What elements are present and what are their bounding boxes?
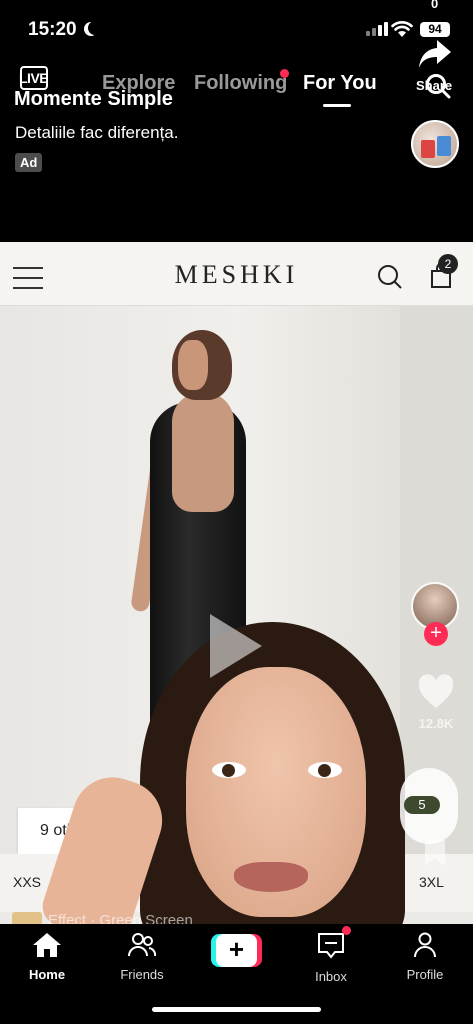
active-tab-indicator — [323, 104, 351, 107]
tab-friends-label: Friends — [120, 967, 164, 982]
creator-eye-left — [212, 762, 246, 778]
website-header: MESHKI 2 — [0, 242, 473, 306]
battery-indicator: 94 — [420, 22, 450, 37]
tab-profile-label: Profile — [406, 967, 444, 982]
cellular-signal-icon — [366, 22, 388, 36]
live-label[interactable]: LIVE — [19, 70, 49, 86]
share-count: 0 — [431, 0, 439, 11]
status-bar: 15:20 94 0 — [0, 0, 473, 56]
size-max-label: 3XL — [419, 874, 444, 890]
tab-inbox-label: Inbox — [315, 969, 347, 984]
bookmark-icon[interactable] — [422, 838, 448, 868]
inbox-icon — [318, 933, 344, 959]
like-count: 12.8K — [418, 716, 454, 731]
tab-home[interactable]: Home — [12, 932, 82, 982]
inbox-notification-dot — [342, 926, 351, 935]
moon-icon — [88, 21, 102, 35]
creator-mouth — [234, 862, 308, 892]
effect-icon — [12, 912, 42, 924]
profile-icon — [414, 932, 436, 958]
create-button[interactable]: + — [211, 934, 262, 967]
plus-icon: + — [216, 934, 257, 967]
ad-avatar[interactable] — [411, 120, 459, 168]
follow-plus-icon[interactable]: + — [424, 622, 448, 646]
tab-profile[interactable]: Profile — [390, 932, 460, 982]
status-time: 15:20 — [28, 19, 77, 40]
model-face — [178, 340, 208, 390]
heart-icon[interactable] — [417, 674, 455, 710]
model-back — [172, 392, 234, 512]
friends-icon — [128, 933, 157, 957]
ad-badge: Ad — [15, 153, 43, 172]
play-icon[interactable] — [210, 614, 262, 678]
share-label[interactable]: Share — [416, 78, 452, 93]
home-icon — [33, 933, 61, 957]
effect-label[interactable]: Effect · Green Screen — [48, 912, 193, 924]
tab-for-you[interactable]: For You — [303, 72, 377, 95]
bag-count-badge: 2 — [438, 254, 458, 274]
ad-caption: Detaliile fac diferența. — [15, 123, 179, 142]
comment-count: 5 — [404, 796, 440, 814]
creator-eye-right — [308, 762, 342, 778]
share-icon[interactable] — [417, 38, 453, 70]
tab-inbox[interactable]: Inbox — [296, 932, 366, 984]
ad-account-name[interactable]: Momente Simple — [14, 88, 173, 111]
website-search-icon — [378, 265, 402, 289]
tab-home-label: Home — [28, 967, 66, 982]
tab-friends[interactable]: Friends — [107, 932, 177, 982]
home-indicator[interactable] — [152, 1007, 321, 1012]
tab-following[interactable]: Following — [194, 72, 287, 95]
wifi-icon — [391, 21, 413, 37]
following-notification-dot — [280, 69, 289, 78]
size-min-label: XXS — [13, 874, 42, 890]
